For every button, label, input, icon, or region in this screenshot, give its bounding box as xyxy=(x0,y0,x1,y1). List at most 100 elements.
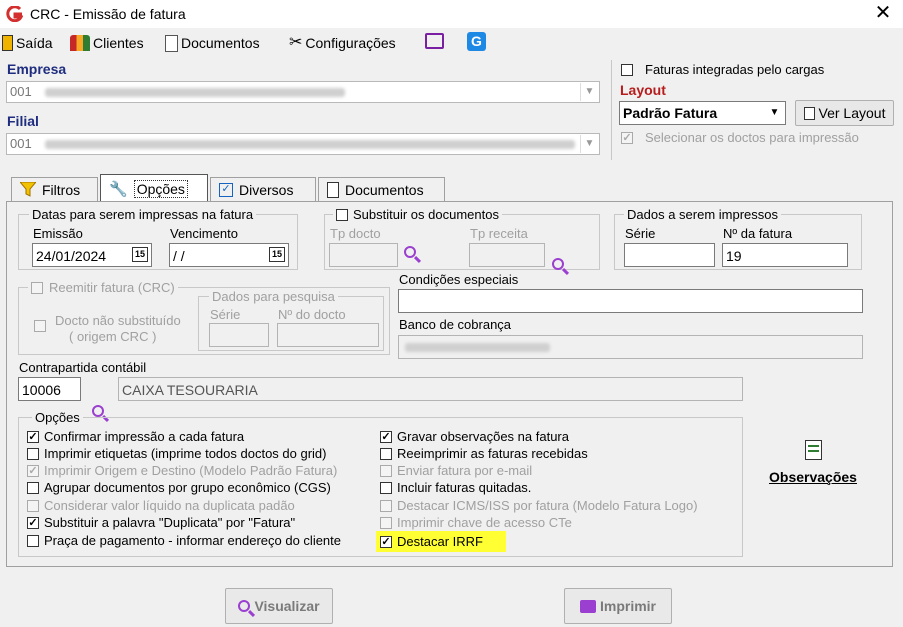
tp-receita-label: Tp receita xyxy=(470,226,528,241)
app-g-icon[interactable]: G xyxy=(467,32,486,51)
reemitir-checkbox[interactable] xyxy=(31,281,43,294)
selecionar-checkbox[interactable]: ✓ xyxy=(621,132,633,144)
nfatura-input[interactable]: 19 xyxy=(722,243,848,267)
opt-incluir-quitadas[interactable]: Incluir faturas quitadas. xyxy=(380,479,531,496)
tools-icon: 🔧 xyxy=(109,180,128,198)
substituir-label: Substituir os documentos xyxy=(353,207,499,222)
tab-diversos-label: Diversos xyxy=(239,181,294,198)
opt-gravar-observacoes[interactable]: ✓ Gravar observações na fatura xyxy=(380,428,569,445)
opt-chave-cte-label: Imprimir chave de acesso CTe xyxy=(397,515,572,530)
dados-legend: Dados a serem impressos xyxy=(624,207,781,222)
opt-praca-pagamento[interactable]: Praça de pagamento - informar endereço d… xyxy=(27,532,341,549)
opt-valor-liquido-checkbox[interactable] xyxy=(27,499,39,512)
ver-layout-button[interactable]: Ver Layout xyxy=(795,100,894,126)
document-icon xyxy=(327,181,339,198)
tab-filtros[interactable]: Filtros xyxy=(11,177,98,201)
tab-filtros-label: Filtros xyxy=(42,181,81,198)
emissao-label: Emissão xyxy=(33,226,83,241)
opt-valor-liquido[interactable]: Considerar valor líquido na duplicata pa… xyxy=(27,497,295,514)
chat-icon[interactable] xyxy=(425,33,444,49)
vencimento-value: / / xyxy=(173,248,185,264)
opt-gravar-observacoes-checkbox[interactable]: ✓ xyxy=(380,430,392,443)
origem-label: ( origem CRC ) xyxy=(69,329,157,344)
search-icon[interactable] xyxy=(552,258,564,270)
menu-configuracoes[interactable]: ✂ Configurações xyxy=(289,33,396,53)
contrapartida-code-input[interactable]: 10006 xyxy=(18,377,81,401)
opt-confirmar[interactable]: ✓ Confirmar impressão a cada fatura xyxy=(27,428,244,445)
calendar-icon[interactable]: 15 xyxy=(132,247,148,262)
opt-destacar-irrf-label: Destacar IRRF xyxy=(397,534,483,549)
menu-saida-label: Saída xyxy=(16,35,53,51)
opt-chave-cte[interactable]: Imprimir chave de acesso CTe xyxy=(380,514,572,531)
opt-confirmar-checkbox[interactable]: ✓ xyxy=(27,430,39,443)
condicoes-input[interactable] xyxy=(398,289,863,313)
banco-input[interactable] xyxy=(398,335,863,359)
opt-agrupar-checkbox[interactable] xyxy=(27,481,39,494)
emissao-input[interactable]: 24/01/2024 15 xyxy=(32,243,152,267)
tab-documentos[interactable]: Documentos xyxy=(318,177,445,201)
nfatura-value: 19 xyxy=(726,248,742,264)
opt-reimprimir[interactable]: Reeimprimir as faturas recebidas xyxy=(380,445,588,462)
empresa-value: 001 xyxy=(10,84,32,99)
serie-input[interactable] xyxy=(624,243,715,267)
tp-receita-input[interactable] xyxy=(469,243,545,267)
opt-incluir-quitadas-checkbox[interactable] xyxy=(380,481,392,494)
pesquisa-ndocto-input[interactable] xyxy=(277,323,379,347)
imprimir-button[interactable]: Imprimir xyxy=(564,588,672,624)
opt-substituir-palavra-label: Substituir a palavra "Duplicata" por "Fa… xyxy=(44,515,296,530)
search-icon[interactable] xyxy=(404,246,416,258)
tab-diversos[interactable]: ✓ Diversos xyxy=(210,177,316,201)
tab-opcoes[interactable]: 🔧 Opções xyxy=(100,174,208,202)
opcoes-legend: Opções xyxy=(32,410,83,425)
layout-select[interactable]: Padrão Fatura ▼ xyxy=(619,101,786,125)
visualizar-button[interactable]: Visualizar xyxy=(225,588,333,624)
reemitir-legend: Reemitir fatura (CRC) xyxy=(28,280,178,295)
datas-legend: Datas para serem impressas na fatura xyxy=(29,207,257,222)
opt-origem-destino[interactable]: ✓ Imprimir Origem e Destino (Modelo Padr… xyxy=(27,462,337,479)
filial-select[interactable]: 001 ▼ xyxy=(6,133,600,155)
opt-destacar-irrf-checkbox[interactable]: ✓ xyxy=(380,535,392,548)
substituir-checkbox[interactable] xyxy=(336,208,348,221)
opt-reimprimir-checkbox[interactable] xyxy=(380,447,392,460)
tp-docto-input[interactable] xyxy=(329,243,398,267)
close-button[interactable]: ✕ xyxy=(872,2,894,24)
calendar-icon[interactable]: 15 xyxy=(269,247,285,262)
empresa-select[interactable]: 001 ▼ xyxy=(6,81,600,103)
banco-label: Banco de cobrança xyxy=(399,317,512,332)
opt-destacar-icms[interactable]: Destacar ICMS/ISS por fatura (Modelo Fat… xyxy=(380,497,698,514)
menu-clientes[interactable]: Clientes xyxy=(70,33,144,53)
opt-substituir-palavra[interactable]: ✓ Substituir a palavra "Duplicata" por "… xyxy=(27,514,295,531)
chevron-down-icon[interactable]: ▼ xyxy=(580,135,598,153)
opt-destacar-icms-checkbox[interactable] xyxy=(380,499,392,512)
opt-substituir-palavra-checkbox[interactable]: ✓ xyxy=(27,516,39,529)
opt-enviar-email[interactable]: Enviar fatura por e-mail xyxy=(380,462,532,479)
opt-agrupar[interactable]: Agrupar documentos por grupo econômico (… xyxy=(27,479,331,496)
pesquisa-serie-input[interactable] xyxy=(209,323,269,347)
nfatura-label: Nº da fatura xyxy=(723,226,793,241)
menu-documentos[interactable]: Documentos xyxy=(165,33,260,53)
vencimento-input[interactable]: / / 15 xyxy=(169,243,289,267)
opt-chave-cte-checkbox[interactable] xyxy=(380,516,392,529)
menu-saida[interactable]: Saída xyxy=(2,33,53,53)
filial-value: 001 xyxy=(10,136,32,151)
imprimir-label: Imprimir xyxy=(599,598,656,614)
opt-imprimir-etiquetas-checkbox[interactable] xyxy=(27,447,39,460)
substituir-legend: Substituir os documentos xyxy=(333,207,502,222)
chevron-down-icon[interactable]: ▼ xyxy=(580,83,598,101)
ver-layout-label: Ver Layout xyxy=(818,105,886,121)
observacoes-button[interactable]: Observações xyxy=(763,440,863,485)
opt-destacar-icms-label: Destacar ICMS/ISS por fatura (Modelo Fat… xyxy=(397,498,698,513)
faturas-integradas-checkbox[interactable] xyxy=(621,64,633,76)
opt-praca-pagamento-checkbox[interactable] xyxy=(27,534,39,547)
chevron-down-icon[interactable]: ▼ xyxy=(766,104,783,122)
opt-imprimir-etiquetas-label: Imprimir etiquetas (imprime todos doctos… xyxy=(44,446,327,461)
contrapartida-label: Contrapartida contábil xyxy=(19,360,147,375)
opt-imprimir-etiquetas[interactable]: Imprimir etiquetas (imprime todos doctos… xyxy=(27,445,327,462)
opt-destacar-irrf[interactable]: ✓ Destacar IRRF xyxy=(376,531,506,552)
menu-clientes-label: Clientes xyxy=(93,35,144,51)
docto-nao-checkbox[interactable] xyxy=(34,320,46,332)
observacoes-label: Observações xyxy=(769,469,857,485)
search-icon[interactable] xyxy=(92,405,104,417)
opt-enviar-email-checkbox[interactable] xyxy=(380,464,392,477)
opt-origem-destino-checkbox[interactable]: ✓ xyxy=(27,464,39,477)
